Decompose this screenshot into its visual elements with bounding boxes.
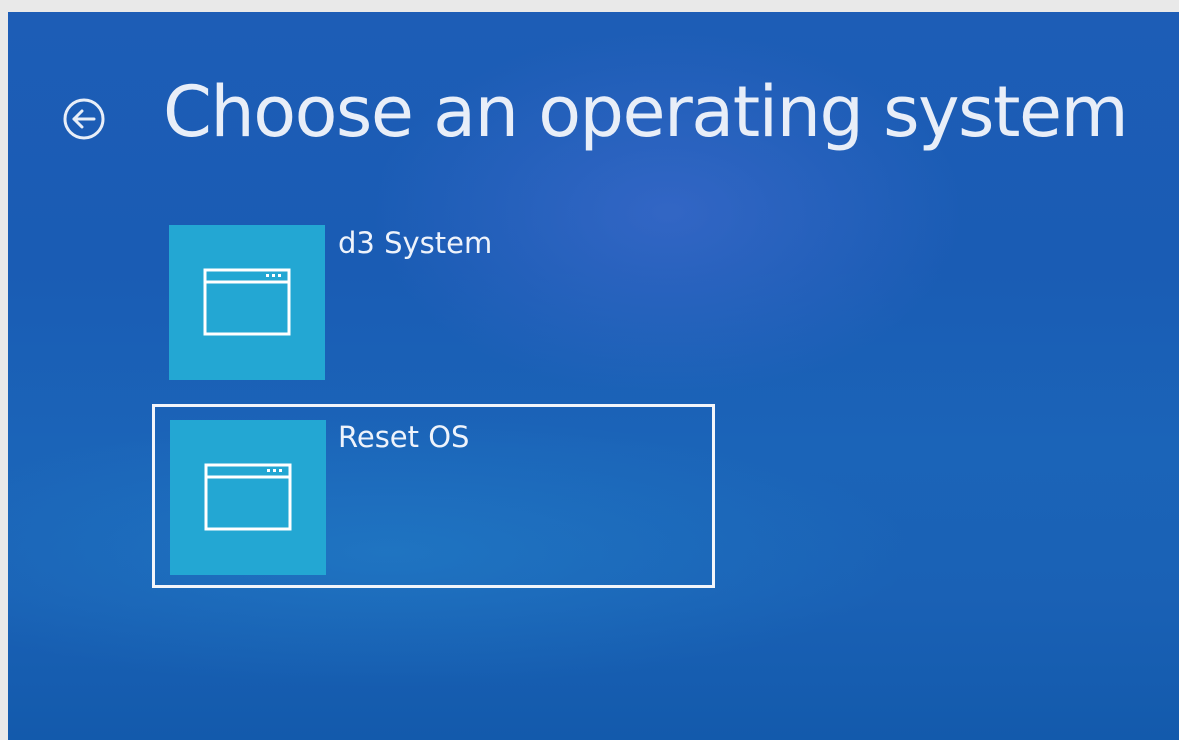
os-tile [169, 225, 325, 380]
window-icon [204, 463, 292, 531]
os-option-reset-os[interactable]: Reset OS [152, 404, 715, 588]
back-arrow-circle-icon [63, 98, 105, 140]
back-button[interactable] [52, 87, 116, 151]
os-option-label: d3 System [338, 226, 493, 260]
window-icon [203, 268, 291, 336]
os-option-d3-system[interactable]: d3 System [152, 210, 715, 394]
os-tile [170, 420, 326, 575]
os-option-label: Reset OS [338, 420, 470, 454]
boot-menu-screen: Choose an operating system d3 System Res… [8, 12, 1179, 740]
page-title: Choose an operating system [163, 71, 1129, 153]
